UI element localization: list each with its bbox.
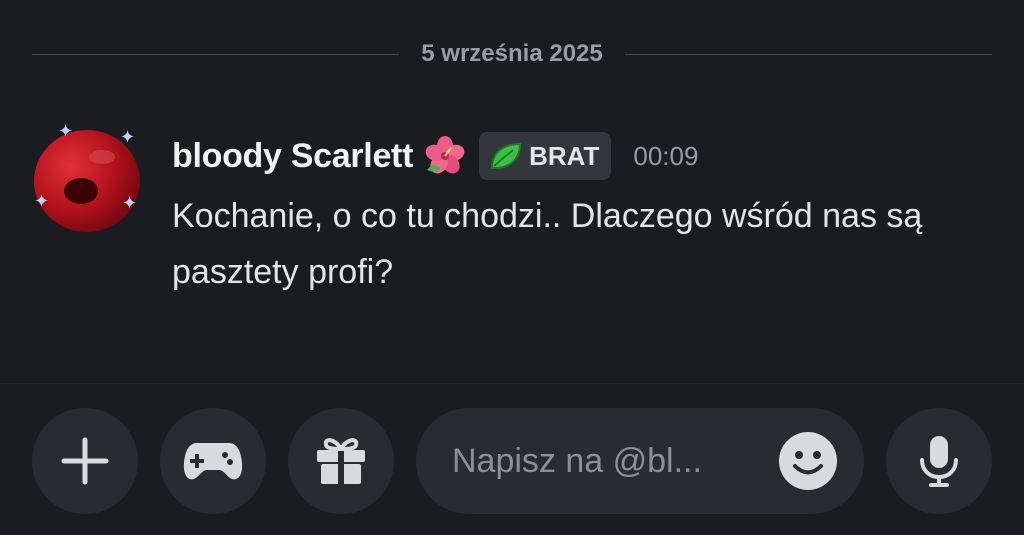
gamepad-icon — [183, 443, 243, 480]
gift-button[interactable] — [288, 408, 394, 514]
butterfly-icon: ✦ — [34, 191, 50, 211]
emoji-button[interactable] — [778, 431, 838, 491]
message-input[interactable] — [452, 408, 772, 514]
divider-line-right — [624, 53, 993, 55]
username[interactable]: bloody Scarlett — [172, 137, 413, 176]
hibiscus-icon — [423, 134, 467, 178]
gift-icon — [317, 438, 365, 484]
butterfly-icon: ✦ — [120, 127, 136, 147]
message-item[interactable]: ✦ ✦ ✦ ✦ bloody Scarlett BRAT 00:09 Kocha… — [32, 122, 992, 312]
microphone-icon — [920, 436, 958, 487]
activities-button[interactable] — [160, 408, 266, 514]
attach-button[interactable] — [32, 408, 138, 514]
date-label: 5 września 2025 — [421, 40, 603, 67]
avatar[interactable]: ✦ ✦ ✦ ✦ — [32, 122, 142, 232]
date-divider: 5 września 2025 — [32, 36, 993, 72]
message-timestamp: 00:09 — [633, 140, 699, 171]
message-header: bloody Scarlett BRAT 00:09 — [172, 130, 698, 182]
divider-line-left — [32, 53, 400, 55]
message-composer — [0, 384, 1024, 535]
guild-tag-label: BRAT — [529, 140, 600, 171]
butterfly-icon: ✦ — [58, 121, 74, 141]
message-text: Kochanie, o co tu chodzi.. Dlaczego wśró… — [172, 197, 923, 291]
leaf-icon — [489, 141, 523, 171]
plus-icon — [61, 437, 109, 485]
voice-message-button[interactable] — [886, 408, 992, 514]
guild-tag-badge[interactable]: BRAT — [479, 132, 612, 180]
chat-screen: 5 września 2025 ✦ ✦ ✦ ✦ bloody Scarlett — [0, 0, 1024, 535]
emoji-icon — [779, 432, 837, 490]
message-input-container[interactable] — [416, 408, 864, 514]
butterfly-icon: ✦ — [122, 193, 138, 213]
